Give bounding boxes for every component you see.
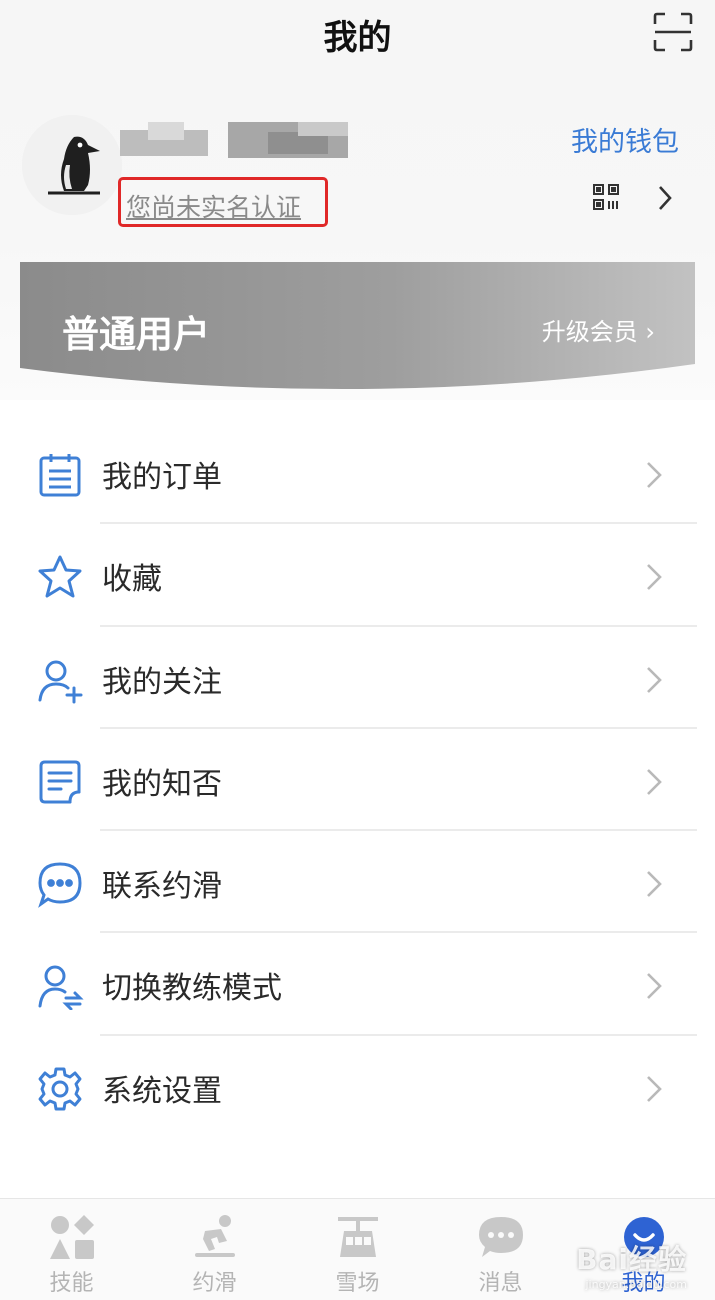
profile-header: 我的 您尚未实名认证 我的钱包 普通用户 升级会员 › [0, 0, 715, 400]
watermark-text: Bai经验 [576, 1243, 687, 1276]
menu-item-zhifou[interactable]: 我的知否 [0, 729, 715, 832]
menu-item-following[interactable]: 我的关注 [0, 627, 715, 729]
menu-item-label: 我的知否 [102, 766, 222, 802]
gear-icon [38, 1067, 82, 1111]
add-user-icon [38, 660, 83, 704]
chevron-right-icon [647, 666, 662, 693]
chevron-right-icon [647, 871, 662, 898]
message-icon [479, 1217, 523, 1257]
skier-icon [195, 1215, 235, 1257]
page-title: 我的 [323, 18, 392, 58]
menu-item-label: 切换教练模式 [102, 971, 282, 1007]
menu-item-label: 联系约滑 [102, 869, 222, 905]
real-name-verify-link[interactable]: 您尚未实名认证 [126, 188, 301, 224]
membership-card[interactable]: 普通用户 升级会员 › [20, 262, 695, 392]
menu-item-coach-mode[interactable]: 切换教练模式 [0, 933, 715, 1036]
chevron-right-icon [647, 768, 662, 795]
star-icon [38, 555, 82, 598]
chevron-right-icon [647, 1075, 662, 1102]
nickname-blurred [118, 122, 358, 162]
menu-list: 我的订单 收藏 我的关注 我的知否 联系约滑 切换教练模式 系统设置 [0, 422, 715, 1138]
chat-bubble-icon [38, 862, 82, 909]
tab-messages[interactable]: 消息 [429, 1199, 572, 1300]
upgrade-member-link[interactable]: 升级会员 › [542, 312, 655, 347]
tab-label: 雪场 [335, 1271, 380, 1296]
tab-label: 技能 [49, 1271, 94, 1296]
switch-user-icon [38, 965, 84, 1011]
watermark-sub: jingyan.baidu.com [585, 1278, 687, 1291]
note-icon [39, 760, 81, 804]
watermark: Bai经验 jingyan.baidu.com [576, 1238, 687, 1291]
menu-item-label: 系统设置 [102, 1073, 222, 1109]
chevron-right-icon [647, 973, 662, 1000]
tab-ski-resort[interactable]: 雪场 [286, 1199, 429, 1300]
menu-item-contact[interactable]: 联系约滑 [0, 831, 715, 934]
menu-item-label: 收藏 [102, 562, 162, 598]
wallet-link[interactable]: 我的钱包 [571, 120, 679, 159]
tab-yuehua[interactable]: 约滑 [143, 1199, 286, 1300]
chevron-right-icon [647, 462, 662, 488]
chevron-right-icon [647, 564, 662, 591]
menu-item-label: 我的关注 [102, 664, 222, 700]
menu-item-label: 我的订单 [102, 460, 222, 495]
menu-item-orders[interactable]: 我的订单 [0, 422, 715, 525]
scan-icon[interactable] [653, 12, 693, 52]
qr-code-icon[interactable] [592, 183, 620, 211]
cable-car-icon [338, 1217, 378, 1257]
verify-highlight-box[interactable]: 您尚未实名认证 [118, 177, 328, 227]
menu-item-favorites[interactable]: 收藏 [0, 524, 715, 627]
order-icon [39, 454, 81, 497]
tab-label: 约滑 [192, 1271, 237, 1296]
skills-icon [50, 1215, 94, 1259]
menu-item-settings[interactable]: 系统设置 [0, 1036, 715, 1138]
tab-skills[interactable]: 技能 [0, 1199, 143, 1300]
penguin-avatar-icon [22, 115, 122, 215]
avatar[interactable] [22, 115, 122, 215]
member-level: 普通用户 [62, 313, 210, 356]
chevron-right-icon[interactable] [655, 183, 675, 213]
tab-label: 消息 [478, 1271, 523, 1296]
